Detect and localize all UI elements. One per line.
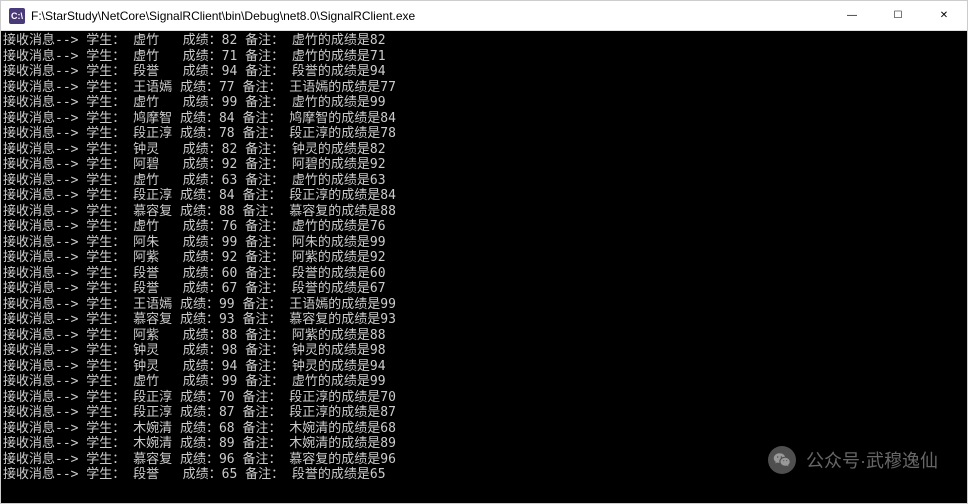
- close-button[interactable]: ✕: [921, 1, 967, 30]
- watermark-text: 公众号·武穆逸仙: [806, 447, 938, 473]
- console-line: 接收消息--> 学生： 王语嫣 成绩：99 备注： 王语嫣的成绩是99: [3, 297, 967, 313]
- app-window: C:\ F:\StarStudy\NetCore\SignalRClient\b…: [0, 0, 968, 504]
- console-line: 接收消息--> 学生： 木婉清 成绩：68 备注： 木婉清的成绩是68: [3, 421, 967, 437]
- console-output: 接收消息--> 学生： 虚竹 成绩：82 备注： 虚竹的成绩是82接收消息-->…: [1, 31, 967, 503]
- console-line: 接收消息--> 学生： 虚竹 成绩：99 备注： 虚竹的成绩是99: [3, 95, 967, 111]
- window-title: F:\StarStudy\NetCore\SignalRClient\bin\D…: [31, 9, 829, 23]
- console-line: 接收消息--> 学生： 虚竹 成绩：71 备注： 虚竹的成绩是71: [3, 49, 967, 65]
- app-icon: C:\: [9, 8, 25, 24]
- console-line: 接收消息--> 学生： 虚竹 成绩：76 备注： 虚竹的成绩是76: [3, 219, 967, 235]
- console-line: 接收消息--> 学生： 钟灵 成绩：82 备注： 钟灵的成绩是82: [3, 142, 967, 158]
- console-line: 接收消息--> 学生： 阿碧 成绩：92 备注： 阿碧的成绩是92: [3, 157, 967, 173]
- console-line: 接收消息--> 学生： 虚竹 成绩：82 备注： 虚竹的成绩是82: [3, 33, 967, 49]
- console-line: 接收消息--> 学生： 鸠摩智 成绩：84 备注： 鸠摩智的成绩是84: [3, 111, 967, 127]
- minimize-button[interactable]: —: [829, 1, 875, 30]
- console-line: 接收消息--> 学生： 段誉 成绩：94 备注： 段誉的成绩是94: [3, 64, 967, 80]
- console-line: 接收消息--> 学生： 王语嫣 成绩：77 备注： 王语嫣的成绩是77: [3, 80, 967, 96]
- console-line: 接收消息--> 学生： 虚竹 成绩：63 备注： 虚竹的成绩是63: [3, 173, 967, 189]
- console-line: 接收消息--> 学生： 阿紫 成绩：92 备注： 阿紫的成绩是92: [3, 250, 967, 266]
- console-line: 接收消息--> 学生： 阿紫 成绩：88 备注： 阿紫的成绩是88: [3, 328, 967, 344]
- console-line: 接收消息--> 学生： 段誉 成绩：60 备注： 段誉的成绩是60: [3, 266, 967, 282]
- wechat-icon: [768, 446, 796, 474]
- console-line: 接收消息--> 学生： 段正淳 成绩：70 备注： 段正淳的成绩是70: [3, 390, 967, 406]
- console-line: 接收消息--> 学生： 虚竹 成绩：99 备注： 虚竹的成绩是99: [3, 374, 967, 390]
- window-controls: — ☐ ✕: [829, 1, 967, 30]
- console-line: 接收消息--> 学生： 阿朱 成绩：99 备注： 阿朱的成绩是99: [3, 235, 967, 251]
- console-line: 接收消息--> 学生： 段正淳 成绩：84 备注： 段正淳的成绩是84: [3, 188, 967, 204]
- console-line: 接收消息--> 学生： 钟灵 成绩：98 备注： 钟灵的成绩是98: [3, 343, 967, 359]
- console-line: 接收消息--> 学生： 段正淳 成绩：87 备注： 段正淳的成绩是87: [3, 405, 967, 421]
- maximize-button[interactable]: ☐: [875, 1, 921, 30]
- titlebar: C:\ F:\StarStudy\NetCore\SignalRClient\b…: [1, 1, 967, 31]
- console-line: 接收消息--> 学生： 段誉 成绩：67 备注： 段誉的成绩是67: [3, 281, 967, 297]
- console-line: 接收消息--> 学生： 慕容复 成绩：88 备注： 慕容复的成绩是88: [3, 204, 967, 220]
- watermark: 公众号·武穆逸仙: [768, 446, 938, 474]
- console-line: 接收消息--> 学生： 钟灵 成绩：94 备注： 钟灵的成绩是94: [3, 359, 967, 375]
- console-line: 接收消息--> 学生： 慕容复 成绩：93 备注： 慕容复的成绩是93: [3, 312, 967, 328]
- console-line: 接收消息--> 学生： 段正淳 成绩：78 备注： 段正淳的成绩是78: [3, 126, 967, 142]
